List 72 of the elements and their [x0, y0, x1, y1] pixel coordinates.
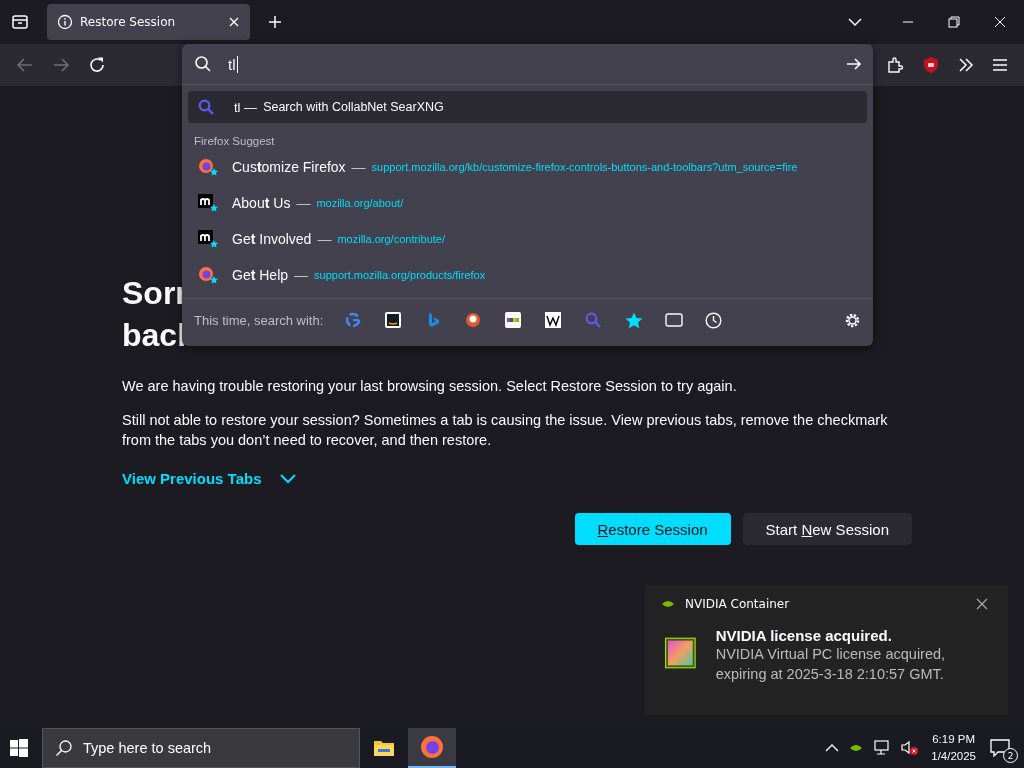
suggestion-title: Get Help: [232, 267, 289, 283]
puzzle-icon[interactable]: [886, 56, 904, 74]
notification-title: NVIDIA license acquired.: [715, 627, 893, 644]
speaker-muted-icon[interactable]: [901, 740, 920, 756]
search-engine-icon[interactable]: [465, 312, 482, 328]
settings-icon[interactable]: [844, 311, 861, 329]
back-icon[interactable]: [16, 56, 34, 74]
search-with-label: This time, search with:: [194, 312, 324, 328]
suggestion-title: Customize Firefox: [232, 159, 346, 175]
chevron-up-icon[interactable]: [825, 743, 840, 753]
new-session-button[interactable]: Start New Session: [742, 513, 912, 545]
forward-icon[interactable]: [52, 56, 70, 74]
start-windows-icon[interactable]: [10, 739, 28, 757]
overflow-chevrons-icon[interactable]: [958, 58, 974, 72]
restore-icon[interactable]: [948, 16, 960, 28]
app-logo-icon: [661, 599, 675, 609]
tab-icon[interactable]: [665, 313, 684, 327]
group-label: Firefox Suggest: [193, 134, 276, 149]
notification-count-badge: 2: [1003, 748, 1018, 763]
notification-app-name: NVIDIA Container: [685, 597, 790, 611]
app-logo-icon[interactable]: [849, 743, 864, 753]
menu-icon[interactable]: [992, 58, 1008, 72]
reload-icon[interactable]: [88, 56, 106, 74]
paragraph: We are having trouble restoring your last browsing session. Select Restore Session to try again.: [122, 377, 738, 396]
browser-logo-icon: [198, 265, 220, 285]
suggestion-url: mozilla.org/contribute/: [337, 233, 445, 245]
search-engine-icon[interactable]: [545, 312, 562, 328]
clock-time[interactable]: 6:19 PM: [932, 731, 976, 748]
suggestion-url: support.mozilla.org/kb/customize-firefox-controls-buttons-and-toolbars?utm_source=fire: [371, 161, 798, 173]
star-icon[interactable]: [625, 311, 644, 329]
clock-icon[interactable]: [705, 311, 723, 329]
mozilla-logo-icon: [198, 193, 220, 213]
paragraph: Still not able to restore your session? Sometimes a tab is causing the issue. View previous tabs, remove the checkmark from the tabs you don’t need to recover, and then restore.: [122, 411, 889, 450]
tab-list-icon[interactable]: [11, 13, 29, 31]
close-icon[interactable]: [976, 598, 988, 610]
search-icon: [194, 55, 212, 73]
page-heading: Sorr: [122, 274, 188, 313]
browser-logo-icon: [198, 157, 220, 177]
suggestion-url: mozilla.org/about/: [316, 197, 404, 209]
search-icon: [198, 99, 214, 115]
notification-center-icon[interactable]: [990, 739, 1010, 757]
suggestion-row[interactable]: About Us — mozilla.org/about/: [188, 185, 867, 221]
close-tab-icon[interactable]: [228, 16, 240, 28]
notification-message: NVIDIA Virtual PC license acquired, expiring at 2025-3-18 2:10:57 GMT.: [715, 645, 947, 684]
separator: —: [296, 195, 311, 211]
separator: —: [294, 267, 309, 283]
search-engine-icon[interactable]: [505, 312, 522, 328]
mozilla-logo-icon: [198, 229, 220, 249]
taskbar-search-field[interactable]: Type here to search: [83, 740, 347, 756]
suggestion-row[interactable]: Get Help — support.mozilla.org/products/firefox: [188, 257, 867, 293]
restore-session-button[interactable]: Restore Session: [574, 513, 731, 545]
suggestion-row[interactable]: Get Involved — mozilla.org/contribute/: [188, 221, 867, 257]
search-engine-icon[interactable]: [385, 312, 402, 328]
new-tab-icon[interactable]: [268, 15, 282, 29]
search-icon: [55, 739, 73, 757]
folder-icon[interactable]: [373, 739, 395, 757]
view-previous-tabs-link[interactable]: View Previous Tabs: [122, 470, 262, 487]
suggestion-row[interactable]: Customize Firefox — support.mozilla.org/kb/customize-firefox-controls-buttons-and-toolbars?utm_source=fire: [188, 149, 867, 185]
suggestion-title: Get Involved: [232, 231, 312, 247]
info-icon: [57, 14, 73, 30]
network-icon[interactable]: [873, 740, 892, 756]
search-suggestion-row[interactable]: tl — Search with CollabNet SearXNG: [188, 91, 867, 123]
suggestion-title: About Us: [232, 195, 291, 211]
clock-date[interactable]: 1/4/2025: [931, 748, 976, 765]
taskbar-search-box[interactable]: Type here to search: [42, 728, 360, 768]
chevron-down-icon[interactable]: [279, 473, 296, 484]
separator: —: [317, 231, 332, 247]
shield-extension-icon[interactable]: [922, 56, 940, 74]
browser-logo-icon[interactable]: [420, 735, 444, 759]
suggestion-url: support.mozilla.org/products/firefox: [314, 269, 486, 281]
separator: —: [351, 159, 366, 175]
browser-tab[interactable]: Restore Session: [47, 4, 250, 40]
